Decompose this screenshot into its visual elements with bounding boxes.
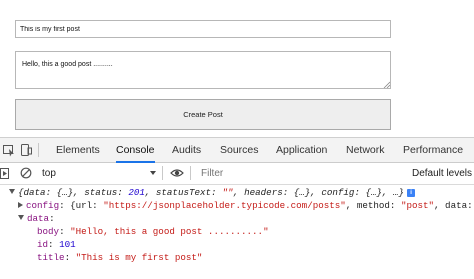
collapse-triangle-icon[interactable] xyxy=(18,215,24,221)
collapse-triangle-icon[interactable] xyxy=(9,189,15,195)
toolbar-divider xyxy=(162,166,163,180)
devtools-panel: Elements Console Audits Sources Applicat… xyxy=(0,137,474,279)
tab-sources[interactable]: Sources xyxy=(220,138,259,162)
info-icon[interactable]: i xyxy=(407,188,416,197)
expand-triangle-icon[interactable] xyxy=(18,201,23,208)
create-post-button[interactable]: Create Post xyxy=(15,99,391,130)
console-log-entry[interactable]: {data: {…}, status: 201, statusText: "",… xyxy=(9,186,416,199)
console-toolbar: top Default levels xyxy=(0,163,474,185)
toolbar-divider xyxy=(190,166,191,180)
console-property-body: body: "Hello, this a good post .........… xyxy=(37,226,269,237)
console-property-data[interactable]: data: xyxy=(18,212,55,225)
sidebar-toggle-icon[interactable] xyxy=(0,168,10,179)
console-property-title: title: "This is my first post" xyxy=(37,252,203,263)
console-property-id: id: 101 xyxy=(37,239,76,250)
context-select[interactable]: top xyxy=(42,166,158,181)
eye-icon[interactable] xyxy=(170,168,184,178)
device-toolbar-icon[interactable] xyxy=(20,143,32,157)
tab-network[interactable]: Network xyxy=(346,138,385,162)
clear-console-icon[interactable] xyxy=(20,167,32,179)
resize-grip-icon[interactable] xyxy=(383,81,390,88)
tabbar-divider xyxy=(38,143,39,157)
tab-performance[interactable]: Performance xyxy=(403,138,463,162)
inspect-element-icon[interactable] xyxy=(3,143,15,157)
context-dropdown-icon[interactable] xyxy=(150,171,156,175)
page: Hello, this a good post .......... Creat… xyxy=(0,0,474,279)
log-levels-dropdown[interactable]: Default levels xyxy=(412,166,472,181)
post-title-input[interactable] xyxy=(15,20,391,38)
console-property-config[interactable]: config: {url: "https://jsonplaceholder.t… xyxy=(18,199,473,212)
tab-audits[interactable]: Audits xyxy=(172,138,201,162)
post-body-textarea[interactable]: Hello, this a good post .......... xyxy=(15,51,391,89)
tab-application[interactable]: Application xyxy=(276,138,327,162)
devtools-tabbar: Elements Console Audits Sources Applicat… xyxy=(0,138,474,163)
tab-elements[interactable]: Elements xyxy=(56,138,100,162)
tab-console[interactable]: Console xyxy=(116,138,155,163)
console-filter-input[interactable] xyxy=(197,166,405,181)
console-output: {data: {…}, status: 201, statusText: "",… xyxy=(0,185,474,279)
